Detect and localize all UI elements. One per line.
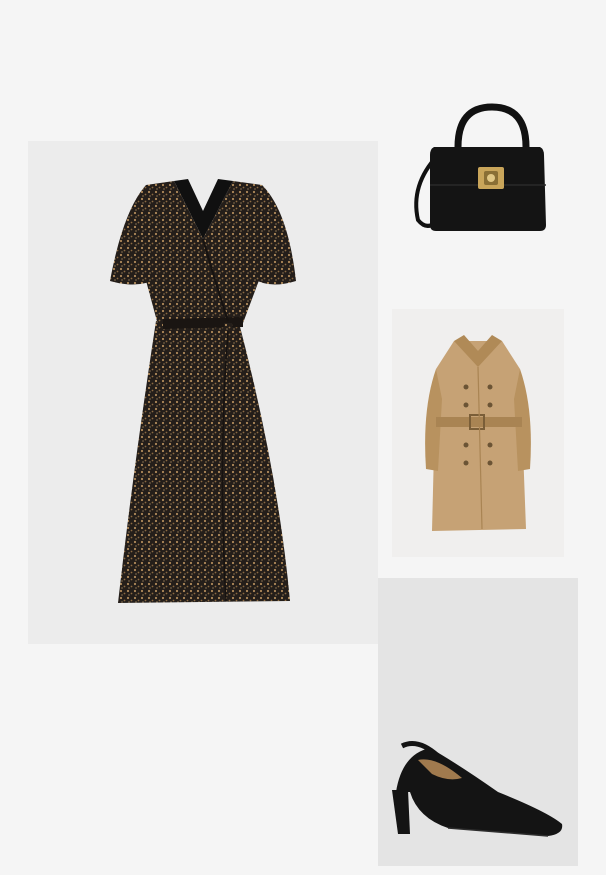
shoe-panel[interactable] [378, 578, 578, 866]
trench-coat-image [425, 335, 531, 531]
handbag-image [414, 103, 546, 231]
trench-coat-panel[interactable] [392, 309, 564, 557]
dress-panel[interactable] [28, 141, 378, 644]
dress-image [110, 179, 296, 603]
outfit-board [0, 0, 606, 875]
handbag-panel[interactable] [400, 95, 560, 245]
shoe-image [392, 741, 563, 837]
